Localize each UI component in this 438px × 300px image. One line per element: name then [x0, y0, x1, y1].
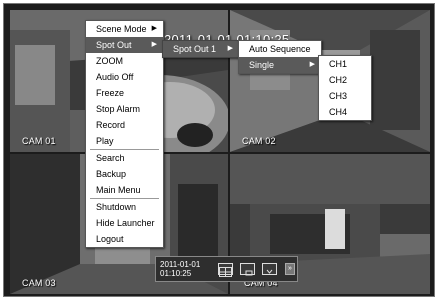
menu-item-freeze[interactable]: Freeze: [86, 85, 163, 101]
menu-item-label: Shutdown: [96, 202, 137, 212]
menu-item-auto-sequence[interactable]: Auto Sequence: [239, 41, 321, 57]
menu-item-label: Auto Sequence: [249, 44, 311, 54]
menu-item-label: CH4: [329, 107, 348, 117]
menu-item-single[interactable]: Single ▶: [239, 57, 321, 73]
menu-item-label: Backup: [96, 169, 127, 179]
menu-item-main-menu[interactable]: Main Menu: [86, 182, 163, 198]
menu-item-label: CH1: [329, 59, 348, 69]
split-4-glyph: [219, 267, 232, 277]
menu-item-label: Scene Mode: [96, 24, 147, 34]
split-single-icon[interactable]: [240, 263, 255, 276]
menu-item-label: Freeze: [96, 88, 125, 98]
menu-item-scene-mode[interactable]: Scene Mode ▶: [86, 21, 163, 37]
spot-out-submenu: Spot Out 1 ▶: [162, 40, 240, 58]
menu-item-label: Single: [249, 60, 275, 70]
spot-mode-submenu: Auto Sequence Single ▶: [238, 40, 322, 74]
menu-item-label: ZOOM: [96, 56, 123, 66]
menu-item-label: Search: [96, 153, 125, 163]
menu-item-label: Spot Out 1: [173, 44, 217, 54]
menu-item-stop-alarm[interactable]: Stop Alarm: [86, 101, 163, 117]
split-single-glyph: [245, 270, 253, 276]
menu-item-label: Main Menu: [96, 185, 141, 195]
triangle-right-icon: ▶: [309, 61, 315, 68]
next-icon[interactable]: »: [285, 263, 295, 275]
channel-submenu: CH1 CH2 CH3 CH4: [318, 55, 372, 121]
menu-item-label: Play: [96, 136, 114, 146]
menu-item-spot-out[interactable]: Spot Out ▶: [86, 37, 163, 53]
triangle-right-icon: ▶: [227, 45, 233, 52]
menu-item-label: Logout: [96, 234, 124, 244]
camera-label: CAM 01: [22, 136, 56, 146]
triangle-right-icon: ▶: [151, 25, 157, 32]
menu-item-shutdown[interactable]: Shutdown: [86, 199, 163, 215]
menu-item-label: Record: [96, 120, 126, 130]
menu-item-hide-launcher[interactable]: Hide Launcher: [86, 215, 163, 231]
menu-item-logout[interactable]: Logout: [86, 231, 163, 247]
menu-item-ch4[interactable]: CH4: [319, 104, 371, 120]
menu-item-record[interactable]: Record: [86, 117, 163, 133]
menu-item-label: Stop Alarm: [96, 104, 141, 114]
camera-label: CAM 02: [242, 136, 276, 146]
menu-item-audio-off[interactable]: Audio Off: [86, 69, 163, 85]
launcher-bar: 2011-01-01 01:10:25 »: [155, 256, 298, 282]
camera-label: CAM 03: [22, 278, 56, 288]
menu-item-ch2[interactable]: CH2: [319, 72, 371, 88]
menu-item-search[interactable]: Search: [86, 150, 163, 166]
menu-item-spot-out-1[interactable]: Spot Out 1 ▶: [163, 41, 239, 57]
menu-item-play[interactable]: Play: [86, 133, 163, 149]
menu-item-label: Audio Off: [96, 72, 134, 82]
menu-item-label: Spot Out: [96, 40, 132, 50]
menu-item-label: CH3: [329, 91, 348, 101]
menu-item-label: CH2: [329, 75, 348, 85]
menu-item-ch3[interactable]: CH3: [319, 88, 371, 104]
live-context-menu: Scene Mode ▶ Spot Out ▶ ZOOM Audio Off F…: [85, 20, 164, 248]
launcher-date: 2011-01-01: [160, 260, 201, 269]
split-4-icon[interactable]: [218, 263, 233, 277]
menu-item-backup[interactable]: Backup: [86, 166, 163, 182]
dropdown-glyph: [266, 269, 273, 274]
menu-item-label: Hide Launcher: [96, 218, 155, 228]
triangle-right-icon: ▶: [151, 41, 157, 48]
dropdown-icon[interactable]: [262, 263, 277, 275]
menu-item-ch1[interactable]: CH1: [319, 56, 371, 72]
menu-item-zoom[interactable]: ZOOM: [86, 53, 163, 69]
launcher-time: 01:10:25: [160, 269, 192, 278]
launcher-datetime: 2011-01-01 01:10:25: [160, 260, 200, 278]
